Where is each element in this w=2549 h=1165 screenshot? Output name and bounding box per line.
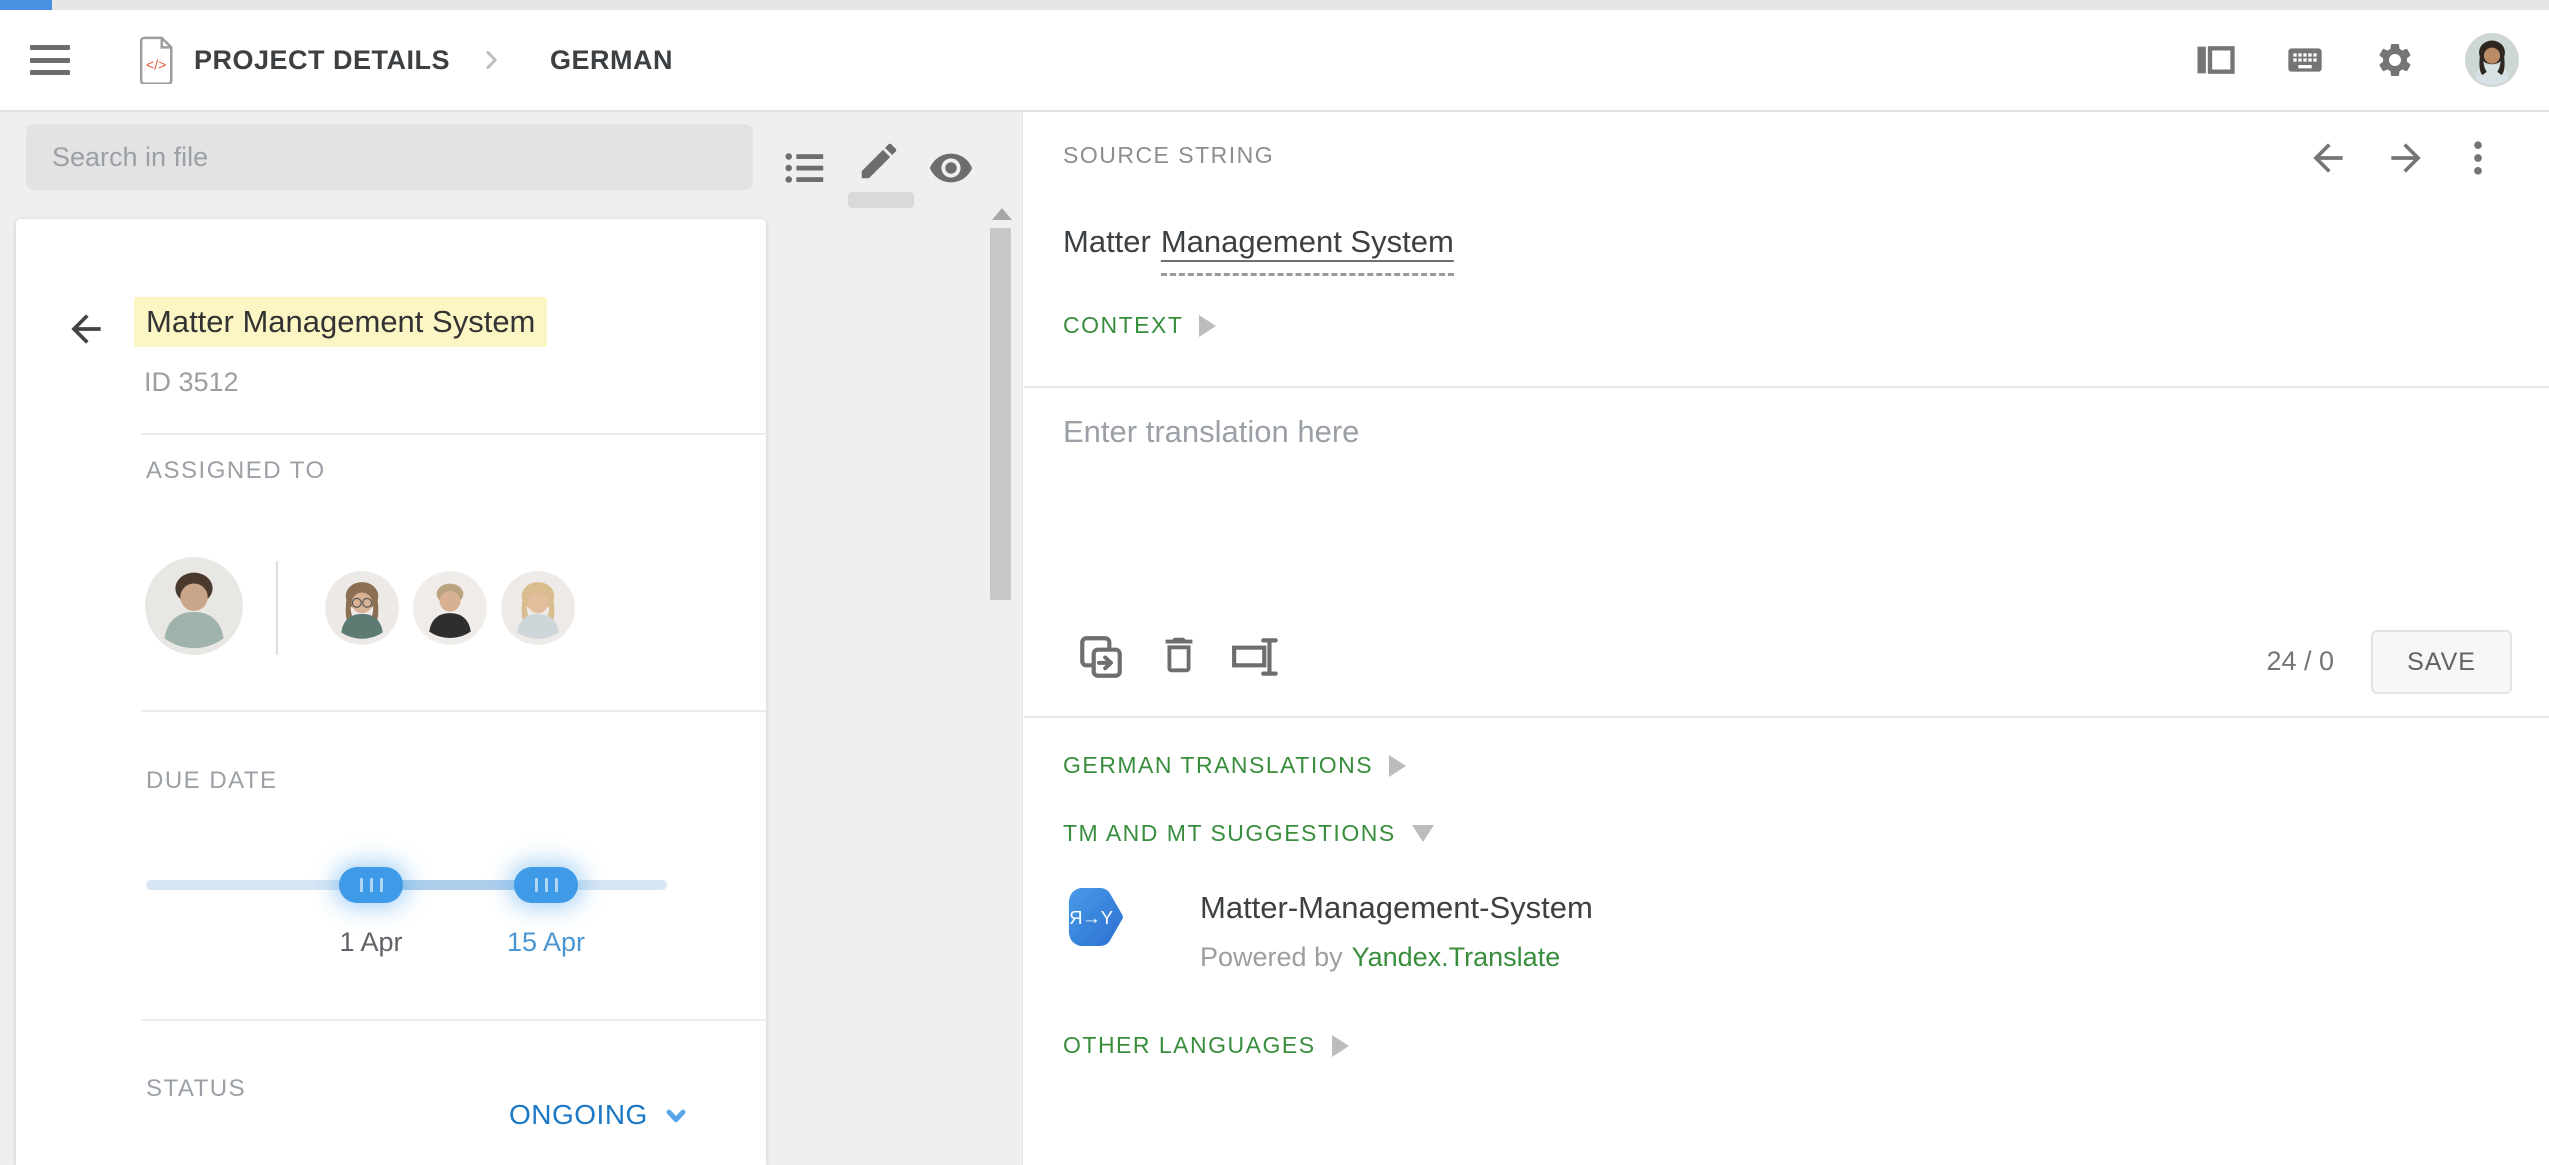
due-date-start: 1 Apr [311, 927, 431, 958]
assigner-avatar[interactable] [145, 557, 243, 655]
provider-link[interactable]: Yandex.Translate [1352, 942, 1561, 972]
top-strip [0, 0, 2549, 10]
tm-mt-suggestions-label: TM AND MT SUGGESTIONS [1063, 820, 1396, 847]
string-detail-card: Matter Management System ID 3512 ASSIGNE… [16, 219, 766, 1165]
arrow-left-icon[interactable] [2306, 136, 2350, 180]
divider [1024, 386, 2549, 388]
hamburger-menu-icon[interactable] [30, 45, 70, 75]
breadcrumb-section[interactable]: PROJECT DETAILS [194, 45, 450, 76]
list-icon[interactable] [782, 145, 828, 191]
translation-input[interactable] [1054, 402, 2549, 602]
mt-suggestion-text[interactable]: Matter-Management-System [1200, 890, 1593, 926]
due-date-label: DUE DATE [146, 767, 278, 795]
gear-icon[interactable] [2375, 40, 2415, 80]
char-counter: 24 / 0 [2266, 646, 2334, 677]
string-title[interactable]: Matter Management System [134, 297, 547, 347]
other-languages-toggle[interactable]: OTHER LANGUAGES [1063, 1032, 1349, 1059]
pencil-active-bar [848, 192, 914, 208]
editor-panel: SOURCE STRING MatterManagement System CO… [1024, 112, 2549, 1165]
german-translations-label: GERMAN TRANSLATIONS [1063, 752, 1373, 779]
context-toggle[interactable]: CONTEXT [1063, 312, 1216, 339]
copy-source-icon[interactable] [1076, 632, 1126, 682]
source-string-text: MatterManagement System [1063, 224, 1454, 260]
divider [141, 433, 766, 435]
arrow-right-icon[interactable] [2384, 136, 2428, 180]
chevron-right-icon [478, 47, 504, 73]
powered-by-text: Powered by [1200, 942, 1343, 972]
triangle-right-icon [1332, 1035, 1349, 1057]
assigned-to-label: ASSIGNED TO [146, 457, 326, 485]
tm-mt-suggestions-toggle[interactable]: TM AND MT SUGGESTIONS [1063, 820, 1434, 847]
due-date-end[interactable]: 15 Apr [486, 927, 606, 958]
trash-icon[interactable] [1156, 632, 1206, 682]
divider [1024, 716, 2549, 718]
panel-layout-icon[interactable] [2195, 40, 2235, 80]
status-value: ONGOING [509, 1099, 648, 1131]
divider [141, 710, 766, 712]
assignee-avatar[interactable] [413, 571, 487, 645]
other-languages-label: OTHER LANGUAGES [1063, 1032, 1316, 1059]
header-bar: </> PROJECT DETAILS GERMAN [0, 10, 2549, 112]
source-string-label: SOURCE STRING [1063, 142, 1274, 169]
file-panel: Matter Management System ID 3512 ASSIGNE… [0, 112, 1023, 1165]
keyboard-icon[interactable] [2285, 40, 2325, 80]
triangle-right-icon [1199, 315, 1216, 337]
triangle-right-icon [1389, 755, 1406, 777]
eye-icon[interactable] [928, 145, 974, 191]
kebab-menu-icon[interactable] [2456, 136, 2500, 180]
pencil-icon[interactable] [856, 138, 902, 184]
chevron-down-icon [662, 1101, 690, 1129]
file-code-icon: </> [138, 36, 176, 84]
header-actions [2195, 33, 2519, 87]
scrollbar-thumb[interactable] [990, 228, 1011, 600]
back-arrow-icon[interactable] [64, 307, 108, 351]
svg-text:</>: </> [146, 58, 167, 74]
status-label: STATUS [146, 1075, 246, 1103]
assignee-avatar[interactable] [325, 571, 399, 645]
save-button[interactable]: SAVE [2371, 630, 2512, 694]
svg-text:Я→Y: Я→Y [1069, 907, 1113, 928]
divider [141, 1019, 766, 1021]
text-cursor-icon[interactable] [1230, 632, 1280, 682]
yandex-badge-icon[interactable]: Я→Y [1066, 886, 1124, 948]
status-dropdown[interactable]: ONGOING [509, 1099, 690, 1131]
mt-suggestion-attribution: Powered by Yandex.Translate [1200, 942, 1560, 973]
top-strip-blue-tab [0, 0, 52, 10]
avatar-divider [276, 561, 278, 655]
string-id: ID 3512 [144, 367, 239, 398]
search-input[interactable] [26, 124, 753, 190]
breadcrumb-item[interactable]: GERMAN [550, 45, 673, 76]
assignee-avatar[interactable] [501, 571, 575, 645]
due-date-slider-handle-start[interactable] [339, 867, 403, 903]
user-avatar[interactable] [2465, 33, 2519, 87]
context-label: CONTEXT [1063, 312, 1183, 339]
due-date-slider-handle-end[interactable] [514, 867, 578, 903]
triangle-down-icon [1412, 825, 1434, 842]
source-text-prefix: Matter [1063, 224, 1151, 259]
german-translations-toggle[interactable]: GERMAN TRANSLATIONS [1063, 752, 1406, 779]
scrollbar-up-arrow[interactable] [992, 208, 1012, 220]
source-text-glossary-term[interactable]: Management System [1161, 224, 1454, 276]
